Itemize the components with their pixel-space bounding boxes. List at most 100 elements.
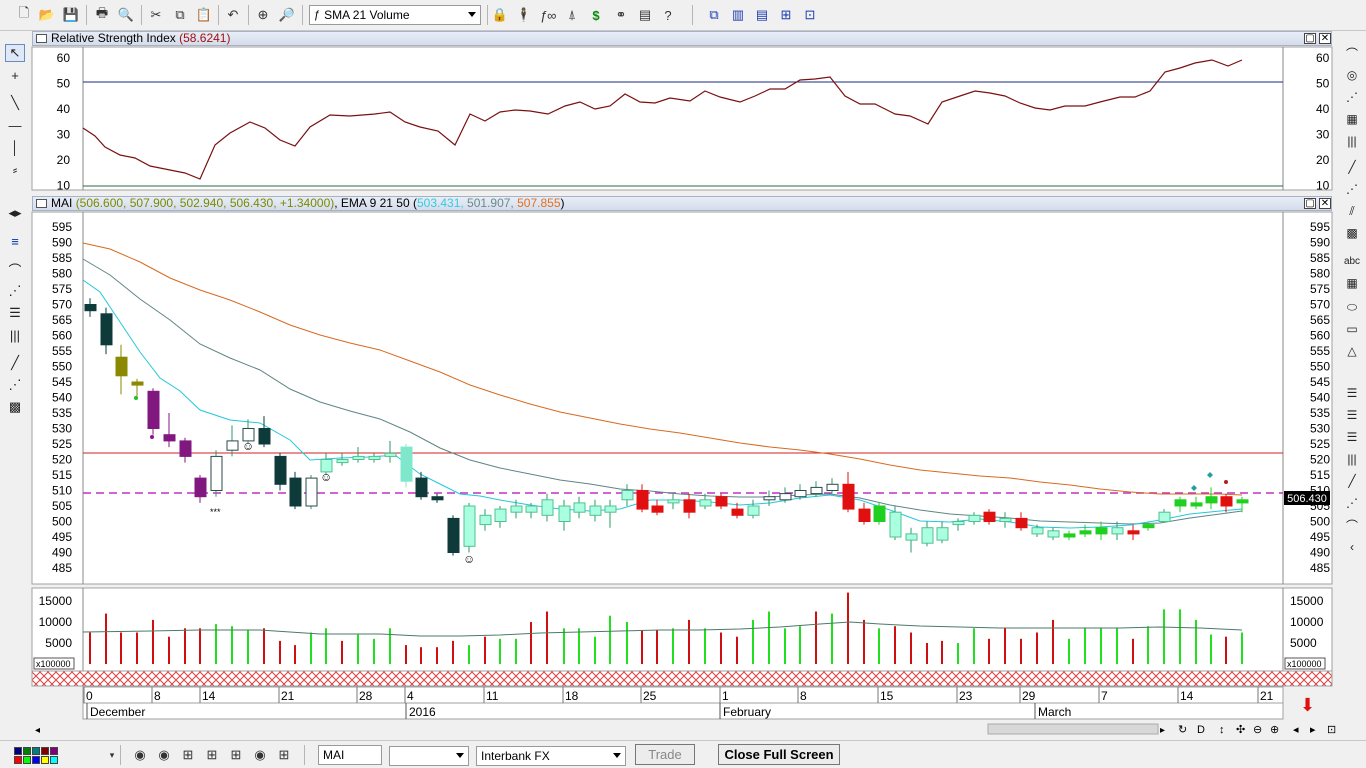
palette-swatch[interactable] — [14, 747, 22, 755]
candle — [510, 499, 523, 519]
function-icon[interactable]: ƒ∞ — [538, 5, 558, 25]
fan2-icon[interactable]: ⋰ — [1342, 494, 1362, 512]
crosshair-tool-icon[interactable]: + — [5, 66, 25, 84]
close-icon[interactable]: ✕ — [1319, 33, 1331, 44]
dollar-icon[interactable]: $ — [586, 5, 606, 25]
line2-icon[interactable]: ╱ — [1342, 472, 1362, 490]
paste-icon[interactable]: 📋 — [194, 5, 214, 25]
zoom-icon[interactable]: 🔎 — [277, 5, 297, 25]
chart-icon-3[interactable]: ⊞ — [226, 745, 246, 765]
levels2-icon[interactable]: ☰ — [1342, 406, 1362, 424]
layout-cascade-icon[interactable]: ⧉ — [704, 5, 724, 25]
list-icon[interactable]: ▤ — [635, 5, 655, 25]
palette-swatch[interactable] — [23, 747, 31, 755]
lock-icon[interactable]: 🔒 — [490, 5, 510, 25]
grid2-right-icon[interactable]: ▩ — [1342, 224, 1362, 242]
volume-y-tick-right: 15000 — [1290, 594, 1324, 608]
chart-icon-1[interactable]: ⊞ — [178, 745, 198, 765]
palette-swatch[interactable] — [50, 747, 58, 755]
close-icon-2[interactable]: ✕ — [1319, 198, 1331, 209]
candle — [1142, 521, 1155, 531]
palette-swatch[interactable] — [32, 747, 40, 755]
palette-swatch[interactable] — [50, 756, 58, 764]
vertical-line-icon[interactable]: │ — [5, 138, 25, 156]
spiral-icon[interactable]: ◎ — [1342, 66, 1362, 84]
retracement-icon[interactable]: ☰ — [5, 304, 25, 322]
open-folder-icon[interactable]: 📂 — [37, 5, 57, 25]
speed-lines-icon[interactable]: ⋰ — [5, 376, 25, 394]
layout-horizontal-icon[interactable]: ▤ — [752, 5, 772, 25]
palette-swatch[interactable] — [32, 756, 40, 764]
print-icon[interactable]: 🖶 — [92, 5, 112, 25]
tree-icon[interactable]: ⍋ — [562, 5, 582, 25]
binoculars-icon[interactable]: ⚭ — [611, 5, 631, 25]
chrome-icon-1[interactable]: ◉ — [130, 745, 150, 765]
palette-swatch[interactable] — [23, 756, 31, 764]
grid-tool-icon[interactable]: ▩ — [5, 398, 25, 416]
print-preview-icon[interactable]: 🔍 — [116, 5, 136, 25]
arc-icon[interactable]: ⌒ — [5, 260, 25, 278]
palette-swatch[interactable] — [41, 756, 49, 764]
trade-button[interactable]: Trade — [635, 744, 695, 765]
price-y-tick-left: 510 — [52, 484, 72, 498]
maximize-icon[interactable]: ▢ — [1304, 33, 1316, 44]
close-full-screen-button[interactable]: Close Full Screen — [718, 744, 840, 765]
arc-right-icon[interactable]: ⌒ — [1342, 44, 1362, 62]
palette-dropdown-icon[interactable]: ▾ — [102, 745, 122, 765]
crosshair-icon[interactable]: ⊕ — [253, 5, 273, 25]
palette-swatch[interactable] — [41, 747, 49, 755]
copy-icon[interactable]: ⧉ — [170, 5, 190, 25]
new-file-icon[interactable]: 🗋 — [14, 5, 34, 25]
undo-icon[interactable]: ↶ — [223, 5, 243, 25]
symbol-input[interactable]: MAI — [318, 745, 382, 765]
arc2-icon[interactable]: ⌒ — [1342, 516, 1362, 534]
chrome-icon-2[interactable]: ◉ — [154, 745, 174, 765]
grid-right-icon[interactable]: ▦ — [1342, 110, 1362, 128]
indicator-select[interactable]: ƒ SMA 21 Volume — [309, 5, 481, 25]
horizontal-scrollbar[interactable]: ◂ ▸ ↻ D ↕ ✣ ⊖ ⊕ ◂ ▸ ⊡ — [32, 722, 1336, 736]
scroll-arrows-icon[interactable]: ◂▸ — [5, 204, 25, 222]
bottom-toolbar: ▾ ◉ ◉ ⊞ ⊞ ⊞ ◉ ⊞ MAI Interbank FX Trade C… — [0, 740, 1366, 768]
chrome-icon-3[interactable]: ◉ — [250, 745, 270, 765]
color-palette[interactable] — [14, 747, 98, 765]
fan-icon[interactable]: ⋰ — [5, 282, 25, 300]
exchange-select[interactable] — [389, 746, 469, 766]
channel-icon[interactable]: ≡ — [5, 232, 25, 250]
andrews-icon[interactable]: ⫽ — [1342, 202, 1362, 220]
horizontal-line-icon[interactable]: — — [5, 116, 25, 134]
rsi-value: (58.6241) — [179, 31, 231, 45]
table-tool-icon[interactable]: ▦ — [1342, 274, 1362, 292]
cycles2-icon[interactable]: ||| — [1342, 450, 1362, 468]
chart-icon-4[interactable]: ⊞ — [274, 745, 294, 765]
person-icon[interactable]: 🕴 — [514, 5, 534, 25]
save-icon[interactable]: 💾 — [61, 5, 81, 25]
palette-swatch[interactable] — [14, 756, 22, 764]
fan-right-icon[interactable]: ⋰ — [1342, 88, 1362, 106]
cycles-right-icon[interactable]: ||| — [1342, 132, 1362, 150]
volume-bar — [1195, 619, 1197, 664]
layout-settings-icon[interactable]: ⊡ — [800, 5, 820, 25]
levels3-icon[interactable]: ☰ — [1342, 428, 1362, 446]
cut-icon[interactable]: ✂ — [146, 5, 166, 25]
help-icon[interactable]: ? — [658, 5, 678, 25]
layout-vertical-icon[interactable]: ▥ — [728, 5, 748, 25]
trendline-icon[interactable]: ╲ — [5, 94, 25, 112]
ellipse-icon[interactable]: ⬭ — [1342, 298, 1362, 316]
line-tool-icon[interactable]: ╱ — [5, 354, 25, 372]
rectangle-icon[interactable]: ▭ — [1342, 320, 1362, 338]
maximize-icon-2[interactable]: ▢ — [1304, 198, 1316, 209]
levels-icon[interactable]: ☰ — [1342, 384, 1362, 402]
cycle-lines-icon[interactable]: ||| — [5, 326, 25, 344]
pointer-icon[interactable]: ↖ — [5, 44, 25, 62]
candle — [983, 509, 996, 525]
chart-icon-2[interactable]: ⊞ — [202, 745, 222, 765]
speed-right-icon[interactable]: ⋰ — [1342, 180, 1362, 198]
line-right-icon[interactable]: ╱ — [1342, 158, 1362, 176]
text-tool-icon[interactable]: abc — [1342, 252, 1362, 270]
volume-bar — [768, 611, 770, 664]
feed-select[interactable]: Interbank FX — [476, 746, 626, 766]
arrow-tool-icon[interactable]: ‹ — [1342, 538, 1362, 556]
fib-icon[interactable]: ⸗ — [5, 160, 25, 178]
triangle-icon[interactable]: △ — [1342, 342, 1362, 360]
layout-grid-icon[interactable]: ⊞ — [776, 5, 796, 25]
